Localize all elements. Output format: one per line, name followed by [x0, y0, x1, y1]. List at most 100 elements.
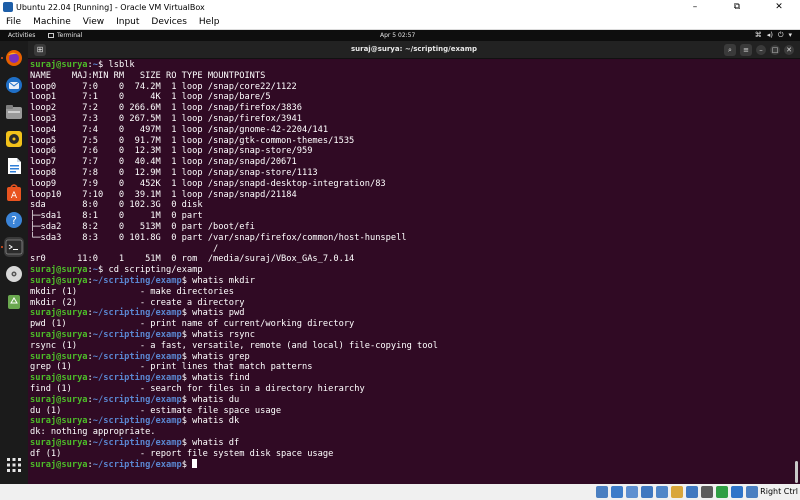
minimize-button[interactable]: – [674, 0, 716, 14]
menu-machine[interactable]: Machine [27, 17, 77, 27]
prompt-user: suraj@surya [30, 275, 88, 286]
prompt-user: suraj@surya [30, 351, 88, 362]
prompt-user: suraj@surya [30, 460, 88, 471]
menu-input[interactable]: Input [110, 17, 145, 27]
shared-folders-icon[interactable] [671, 486, 683, 498]
hard-disk-icon[interactable] [596, 486, 608, 498]
prompt-path: ~/scripting/examp [92, 437, 182, 448]
app-menu[interactable]: Terminal [48, 32, 82, 39]
audio-icon[interactable] [626, 486, 638, 498]
display-icon[interactable] [686, 486, 698, 498]
clock[interactable]: Apr 5 02:57 [380, 32, 415, 39]
terminal-icon[interactable] [4, 237, 24, 257]
output-line: dk: nothing appropriate. [30, 427, 156, 438]
prompt-line: suraj@surya:~/scripting/examp$ whatis mk… [30, 276, 790, 287]
usb-icon[interactable] [656, 486, 668, 498]
rhythmbox-icon[interactable] [4, 129, 24, 149]
ubuntu-software-icon[interactable]: A [4, 183, 24, 203]
window-title: Ubuntu 22.04 [Running] - Oracle VM Virtu… [16, 2, 205, 12]
terminal-scrollbar[interactable] [795, 461, 798, 483]
network-icon: ⌘ [754, 31, 762, 39]
libreoffice-writer-icon[interactable] [4, 156, 24, 176]
output-line: / [30, 243, 219, 254]
network-icon[interactable] [641, 486, 653, 498]
menu-view[interactable]: View [77, 17, 110, 27]
recording-icon[interactable] [701, 486, 713, 498]
cd-drive-icon[interactable] [4, 264, 24, 284]
menu-help[interactable]: Help [193, 17, 226, 27]
prompt-user: suraj@surya [30, 416, 88, 427]
files-icon[interactable] [4, 102, 24, 122]
prompt-symbol: $ [181, 460, 193, 471]
prompt-line: suraj@surya:~$ cd scripting/examp [30, 265, 790, 276]
output-line: loop3 7:3 0 267.5M 1 loop /snap/firefox/… [30, 113, 302, 124]
terminal-headerbar[interactable]: ⊞ suraj@surya: ~/scripting/examp ⌕ ≡ – □… [28, 41, 800, 59]
prompt-symbol: $ [181, 351, 193, 362]
prompt-line: suraj@surya:~/scripting/examp$ whatis du [30, 395, 790, 406]
output-line: loop4 7:4 0 497M 1 loop /snap/gnome-42-2… [30, 124, 329, 135]
output-line: ├─sda2 8:2 0 513M 0 part /boot/efi [30, 221, 255, 232]
command-text: whatis grep [192, 351, 250, 362]
prompt-user: suraj@surya [30, 308, 88, 319]
prompt-path: ~/scripting/examp [92, 373, 182, 384]
maximize-button[interactable]: ⧉ [716, 0, 758, 14]
prompt-symbol: $ [98, 60, 109, 70]
mouse-integration-icon[interactable] [746, 486, 758, 498]
thunderbird-icon[interactable] [4, 75, 24, 95]
command-text: whatis rsync [192, 329, 255, 340]
prompt-path: ~/scripting/examp [92, 394, 182, 405]
output-line: mkdir (1) - make directories [30, 286, 234, 297]
command-text: cd scripting/examp [108, 265, 203, 276]
prompt-path: ~/scripting/examp [92, 460, 182, 471]
terminal-output[interactable]: suraj@surya:~$ lsblk NAME MAJ:MIN RM SIZE… [30, 60, 790, 480]
output-line: find (1) - search for files in a directo… [30, 383, 365, 394]
prompt-symbol: $ [181, 329, 193, 340]
prompt-line: suraj@surya:~/scripting/examp$ whatis fi… [30, 373, 790, 384]
command-text: lsblk [108, 60, 135, 70]
trash-icon[interactable] [4, 291, 24, 311]
running-indicator [1, 246, 3, 248]
output-line: NAME MAJ:MIN RM SIZE RO TYPE MOUNTPOINTS [30, 70, 266, 81]
optical-drive-icon[interactable] [611, 486, 623, 498]
prompt-path: ~/scripting/examp [92, 416, 182, 427]
host-key-label[interactable]: Right Ctrl [760, 487, 798, 496]
prompt-line: suraj@surya:~$ lsblk [30, 60, 790, 71]
prompt-user: suraj@surya [30, 60, 88, 70]
output-line: mkdir (2) - create a directory [30, 297, 245, 308]
prompt-symbol: $ [181, 437, 193, 448]
search-button[interactable]: ⌕ [724, 44, 736, 56]
prompt-path: ~/scripting/examp [92, 275, 182, 286]
prompt-symbol: $ [181, 275, 193, 286]
output-line: du (1) - estimate file space usage [30, 405, 282, 416]
prompt-symbol: $ [181, 416, 193, 427]
prompt-line: suraj@surya:~/scripting/examp$ whatis rs… [30, 330, 790, 341]
system-tray[interactable]: ⌘ ◂) ⏻ ▾ [755, 31, 792, 40]
virtualbox-icon [3, 2, 13, 12]
minimize-terminal-button[interactable]: – [756, 45, 766, 55]
menu-devices[interactable]: Devices [145, 17, 192, 27]
volume-icon: ◂) [766, 31, 773, 39]
chevron-down-icon: ▾ [788, 31, 792, 39]
output-line: loop10 7:10 0 39.1M 1 loop /snap/snapd/2… [30, 189, 297, 200]
terminal-window[interactable]: ⊞ suraj@surya: ~/scripting/examp ⌕ ≡ – □… [28, 41, 800, 484]
firefox-icon[interactable] [4, 48, 24, 68]
hamburger-menu-button[interactable]: ≡ [740, 44, 752, 56]
output-line: ├─sda1 8:1 0 1M 0 part [30, 211, 203, 222]
prompt-user: suraj@surya [30, 437, 88, 448]
close-terminal-button[interactable]: ✕ [784, 45, 794, 55]
arrow-down-icon[interactable] [731, 486, 743, 498]
terminal-title: suraj@surya: ~/scripting/examp [350, 45, 478, 53]
output-line: pwd (1) - print name of current/working … [30, 319, 355, 330]
menu-file[interactable]: File [0, 17, 27, 27]
help-icon[interactable]: ? [4, 210, 24, 230]
show-applications-icon[interactable] [4, 455, 24, 475]
activities-button[interactable]: Activities [8, 32, 35, 39]
prompt-path: ~/scripting/examp [92, 308, 182, 319]
cpu-icon[interactable] [716, 486, 728, 498]
close-button[interactable]: ✕ [758, 0, 800, 14]
prompt-path: ~/scripting/examp [92, 329, 182, 340]
maximize-terminal-button[interactable]: □ [770, 45, 780, 55]
prompt-symbol: $ [181, 373, 193, 384]
command-text: whatis find [192, 373, 250, 384]
dock: A ? [0, 41, 28, 484]
